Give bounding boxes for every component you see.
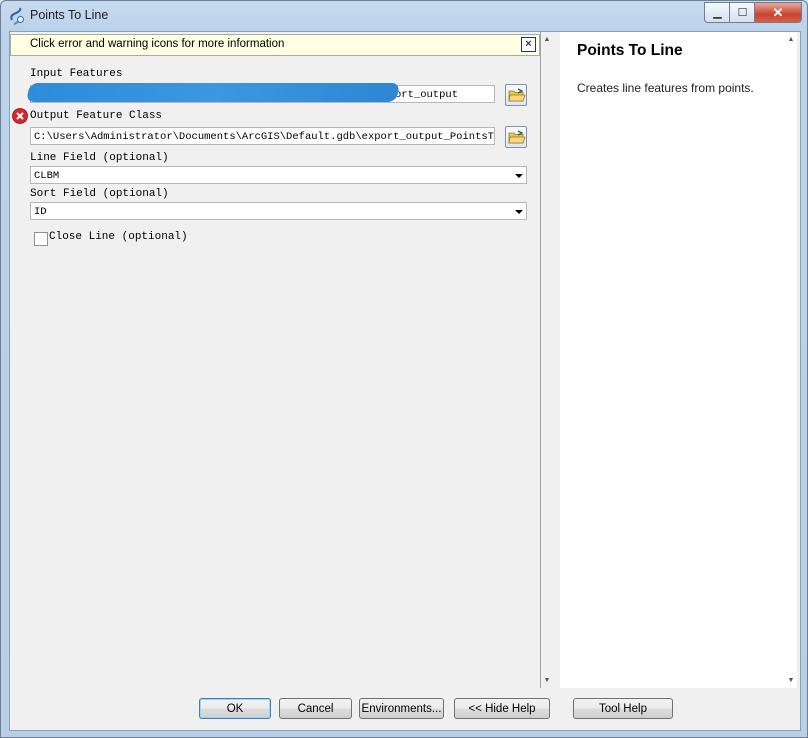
minimize-button[interactable]: ▁ (704, 2, 731, 23)
error-icon[interactable] (12, 108, 28, 124)
line-field-dropdown[interactable]: CLBM (30, 166, 527, 184)
tool-help-button[interactable]: Tool Help (573, 698, 673, 719)
message-bar-text: Click error and warning icons for more i… (30, 38, 285, 50)
output-feature-class-field[interactable]: C:\Users\Administrator\Documents\ArcGIS\… (30, 127, 495, 145)
chevron-down-icon (515, 210, 523, 214)
message-bar-close-button[interactable]: × (521, 37, 536, 52)
input-features-value: ort_output (395, 89, 459, 101)
close-line-checkbox[interactable] (34, 232, 48, 246)
output-feature-class-browse-button[interactable] (505, 126, 527, 148)
python-script-icon (10, 7, 24, 25)
window-title: Points To Line (30, 8, 109, 22)
chevron-down-icon (515, 174, 523, 178)
output-feature-class-label: Output Feature Class (30, 110, 163, 122)
open-folder-icon (508, 88, 526, 102)
dialog-client: Click error and warning icons for more i… (9, 31, 801, 731)
help-scrollbar[interactable]: ▲ ▼ (786, 32, 797, 688)
help-description: Creates line features from points. (577, 81, 754, 95)
sort-field-dropdown[interactable]: ID (30, 202, 527, 220)
maximize-icon: ☐ (737, 7, 748, 19)
close-icon: ✕ (772, 4, 784, 20)
parameters-pane: Click error and warning icons for more i… (10, 32, 541, 688)
minimize-icon: ▁ (713, 7, 722, 19)
redaction-mark (25, 83, 401, 102)
input-features-browse-button[interactable] (505, 84, 527, 106)
close-line-label: Close Line (optional) (49, 231, 188, 243)
hide-help-button[interactable]: << Hide Help (454, 698, 550, 719)
scroll-down-icon[interactable]: ▼ (786, 676, 796, 686)
line-field-value: CLBM (34, 170, 60, 182)
help-title: Points To Line (577, 42, 683, 59)
help-pane: Points To Line Creates line features fro… (560, 32, 797, 688)
sort-field-value: ID (34, 206, 47, 218)
input-features-label: Input Features (30, 68, 123, 80)
open-folder-icon (508, 130, 526, 144)
environments-button[interactable]: Environments... (359, 698, 444, 719)
dialog-window: Points To Line ▁ ☐ ✕ Click error and war… (0, 0, 808, 738)
maximize-button[interactable]: ☐ (729, 2, 756, 23)
message-bar: Click error and warning icons for more i… (10, 34, 540, 56)
scroll-down-icon[interactable]: ▼ (542, 676, 552, 686)
parameters-scrollbar[interactable]: ▲ ▼ (542, 32, 552, 688)
cancel-button[interactable]: Cancel (279, 698, 352, 719)
scroll-up-icon[interactable]: ▲ (542, 35, 552, 45)
scroll-up-icon[interactable]: ▲ (786, 35, 796, 45)
ok-button[interactable]: OK (199, 698, 271, 719)
line-field-label: Line Field (optional) (30, 152, 169, 164)
title-bar[interactable]: Points To Line ▁ ☐ ✕ (1, 1, 807, 31)
sort-field-label: Sort Field (optional) (30, 188, 169, 200)
close-button[interactable]: ✕ (754, 2, 802, 23)
